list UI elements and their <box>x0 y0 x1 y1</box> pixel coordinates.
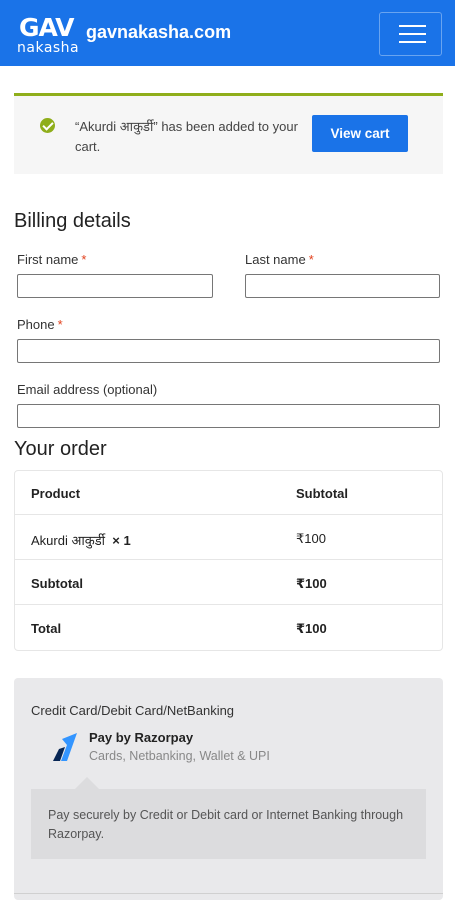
order-table: Product Subtotal Akurdi आकुर्डी × 1 ₹100… <box>14 470 443 651</box>
payment-method-label[interactable]: Credit Card/Debit Card/NetBanking <box>31 703 234 718</box>
view-cart-button[interactable]: View cart <box>312 115 408 152</box>
total-row: Total ₹100 <box>15 606 442 650</box>
logo-sub-text: nakasha <box>17 40 80 56</box>
hamburger-icon <box>399 33 426 35</box>
total-value: ₹100 <box>296 621 327 636</box>
menu-toggle-button[interactable] <box>379 12 442 56</box>
product-subtotal: ₹100 <box>296 531 326 546</box>
subtotal-label: Subtotal <box>31 576 83 591</box>
hamburger-icon <box>399 25 426 27</box>
logo-main-text: GAV <box>19 13 75 42</box>
razorpay-title: Pay by Razorpay <box>89 730 194 745</box>
total-label: Total <box>31 621 62 636</box>
table-row: Akurdi आकुर्डी × 1 ₹100 <box>15 516 442 560</box>
product-column-header: Product <box>31 486 81 501</box>
email-label: Email address (optional) <box>17 382 158 397</box>
hamburger-icon <box>399 41 426 43</box>
site-name-link[interactable]: gavnakasha.com <box>86 22 231 43</box>
subtotal-column-header: Subtotal <box>296 486 348 501</box>
your-order-title: Your order <box>14 438 107 460</box>
subtotal-value: ₹100 <box>296 576 327 591</box>
phone-field[interactable] <box>17 339 440 363</box>
cart-notice-message: “Akurdi आकुर्डी” has been added to your … <box>75 119 298 154</box>
table-header-row: Product Subtotal <box>15 471 442 515</box>
payment-section: Credit Card/Debit Card/NetBanking Pay by… <box>14 678 443 900</box>
email-field[interactable] <box>17 404 440 428</box>
first-name-label: First name * <box>17 252 87 267</box>
last-name-field[interactable] <box>245 274 440 298</box>
last-name-label: Last name * <box>245 252 314 267</box>
site-header: GAV nakasha gavnakasha.com <box>0 0 455 66</box>
product-name: Akurdi आकुर्डी × 1 <box>31 533 131 548</box>
subtotal-row: Subtotal ₹100 <box>15 561 442 605</box>
divider <box>14 893 443 894</box>
first-name-field[interactable] <box>17 274 213 298</box>
billing-details-title: Billing details <box>14 210 131 232</box>
phone-label: Phone * <box>17 317 63 332</box>
check-circle-icon <box>40 118 55 133</box>
site-logo[interactable]: GAV nakasha <box>17 13 80 56</box>
razorpay-logo-icon <box>53 733 77 761</box>
payment-description-box: Pay securely by Credit or Debit card or … <box>31 777 426 859</box>
payment-description: Pay securely by Credit or Debit card or … <box>48 808 404 841</box>
cart-notice: “Akurdi आकुर्डी” has been added to your … <box>14 93 443 174</box>
razorpay-subtitle: Cards, Netbanking, Wallet & UPI <box>89 749 270 763</box>
